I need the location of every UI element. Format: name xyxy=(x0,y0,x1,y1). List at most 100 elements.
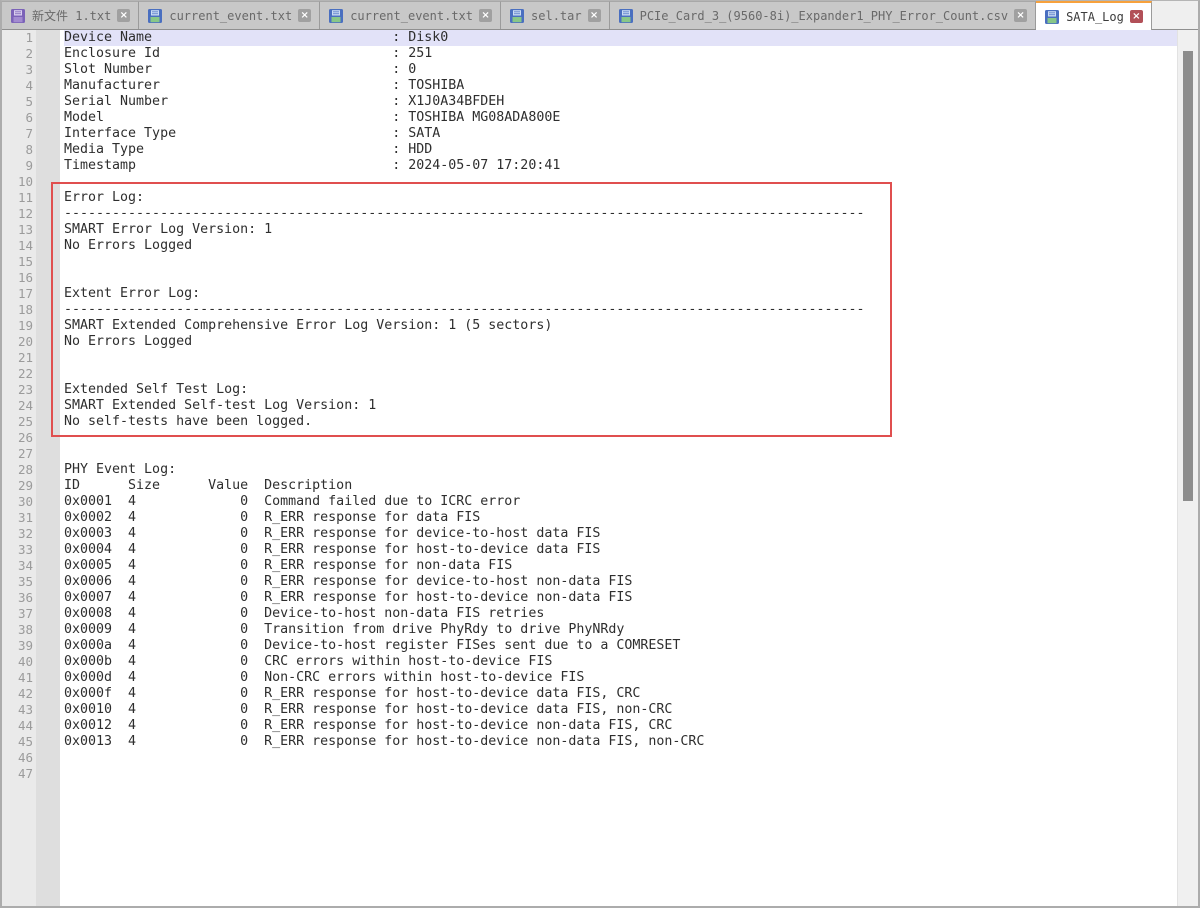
line-number: 35 xyxy=(2,574,33,590)
line-number: 41 xyxy=(2,670,33,686)
text-line[interactable]: Extent Error Log: xyxy=(64,286,1198,302)
vertical-scrollbar[interactable] xyxy=(1177,30,1198,906)
text-line[interactable]: Model : TOSHIBA MG08ADA800E xyxy=(64,110,1198,126)
text-line[interactable]: Interface Type : SATA xyxy=(64,126,1198,142)
line-number: 18 xyxy=(2,302,33,318)
line-number: 5 xyxy=(2,94,33,110)
text-line[interactable]: 0x0006 4 0 R_ERR response for device-to-… xyxy=(64,574,1198,590)
tab--1-txt[interactable]: 新文件 1.txt × xyxy=(2,1,139,29)
tab-current-event-txt[interactable]: current_event.txt × xyxy=(320,1,501,29)
text-line[interactable]: 0x000d 4 0 Non-CRC errors within host-to… xyxy=(64,670,1198,686)
text-line[interactable]: 0x000a 4 0 Device-to-host register FISes… xyxy=(64,638,1198,654)
line-number: 14 xyxy=(2,238,33,254)
close-icon[interactable]: × xyxy=(479,9,492,22)
line-number: 16 xyxy=(2,270,33,286)
tab-label: PCIe_Card_3_(9560-8i)_Expander1_PHY_Erro… xyxy=(640,9,1008,23)
text-line[interactable] xyxy=(64,350,1198,366)
text-line[interactable]: No Errors Logged xyxy=(64,334,1198,350)
text-line[interactable]: No self-tests have been logged. xyxy=(64,414,1198,430)
text-line[interactable]: 0x0004 4 0 R_ERR response for host-to-de… xyxy=(64,542,1198,558)
text-line[interactable]: 0x0010 4 0 R_ERR response for host-to-de… xyxy=(64,702,1198,718)
text-line[interactable]: Slot Number : 0 xyxy=(64,62,1198,78)
line-number: 30 xyxy=(2,494,33,510)
line-number: 15 xyxy=(2,254,33,270)
text-line[interactable] xyxy=(64,174,1198,190)
current-line[interactable]: Device Name : Disk0 xyxy=(64,30,1198,46)
text-line[interactable]: 0x000b 4 0 CRC errors within host-to-dev… xyxy=(64,654,1198,670)
line-number: 10 xyxy=(2,174,33,190)
text-line[interactable] xyxy=(64,766,1198,782)
line-number: 17 xyxy=(2,286,33,302)
tab-current-event-txt[interactable]: current_event.txt × xyxy=(139,1,320,29)
text-line[interactable] xyxy=(64,430,1198,446)
text-line[interactable]: 0x0001 4 0 Command failed due to ICRC er… xyxy=(64,494,1198,510)
line-number: 1 xyxy=(2,30,33,46)
text-line[interactable] xyxy=(64,270,1198,286)
close-icon[interactable]: × xyxy=(117,9,130,22)
line-number-gutter: 1234567891011121314151617181920212223242… xyxy=(2,30,36,906)
line-number: 13 xyxy=(2,222,33,238)
line-number: 7 xyxy=(2,126,33,142)
text-line[interactable]: 0x0003 4 0 R_ERR response for device-to-… xyxy=(64,526,1198,542)
line-number: 39 xyxy=(2,638,33,654)
line-number: 12 xyxy=(2,206,33,222)
text-line[interactable]: Media Type : HDD xyxy=(64,142,1198,158)
close-icon[interactable]: × xyxy=(588,9,601,22)
text-line[interactable]: Extended Self Test Log: xyxy=(64,382,1198,398)
line-number: 28 xyxy=(2,462,33,478)
line-number: 32 xyxy=(2,526,33,542)
tab-label: SATA_Log xyxy=(1066,10,1124,24)
editor-area: 1234567891011121314151617181920212223242… xyxy=(2,30,1198,906)
close-icon[interactable]: × xyxy=(298,9,311,22)
text-line[interactable]: ----------------------------------------… xyxy=(64,206,1198,222)
text-line[interactable]: 0x0002 4 0 R_ERR response for data FIS xyxy=(64,510,1198,526)
close-icon[interactable]: × xyxy=(1130,10,1143,23)
tab-label: 新文件 1.txt xyxy=(32,7,111,24)
tab-pcie-card-3-9560-8i-expander1-phy-error-count-csv[interactable]: PCIe_Card_3_(9560-8i)_Expander1_PHY_Erro… xyxy=(610,1,1036,29)
text-line[interactable]: Timestamp : 2024-05-07 17:20:41 xyxy=(64,158,1198,174)
text-line[interactable]: 0x000f 4 0 R_ERR response for host-to-de… xyxy=(64,686,1198,702)
text-editor-window: 新文件 1.txt × current_event.txt × current_… xyxy=(0,0,1200,908)
text-line[interactable] xyxy=(64,254,1198,270)
text-line[interactable]: 0x0007 4 0 R_ERR response for host-to-de… xyxy=(64,590,1198,606)
text-line[interactable]: 0x0009 4 0 Transition from drive PhyRdy … xyxy=(64,622,1198,638)
text-line[interactable]: Enclosure Id : 251 xyxy=(64,46,1198,62)
text-line[interactable]: ID Size Value Description xyxy=(64,478,1198,494)
text-line[interactable] xyxy=(64,446,1198,462)
text-line[interactable]: PHY Event Log: xyxy=(64,462,1198,478)
line-number: 27 xyxy=(2,446,33,462)
text-line[interactable]: SMART Error Log Version: 1 xyxy=(64,222,1198,238)
text-line[interactable]: Serial Number : X1J0A34BFDEH xyxy=(64,94,1198,110)
text-line[interactable]: 0x0008 4 0 Device-to-host non-data FIS r… xyxy=(64,606,1198,622)
text-line[interactable] xyxy=(64,750,1198,766)
line-number: 45 xyxy=(2,734,33,750)
line-number: 6 xyxy=(2,110,33,126)
text-content[interactable]: Device Name : Disk0Enclosure Id : 251Slo… xyxy=(60,30,1198,906)
line-number: 21 xyxy=(2,350,33,366)
scrollbar-thumb[interactable] xyxy=(1183,51,1193,501)
line-number: 34 xyxy=(2,558,33,574)
floppy-blue-icon xyxy=(509,8,525,24)
text-line[interactable]: SMART Extended Comprehensive Error Log V… xyxy=(64,318,1198,334)
text-line[interactable]: 0x0005 4 0 R_ERR response for non-data F… xyxy=(64,558,1198,574)
close-icon[interactable]: × xyxy=(1014,9,1027,22)
line-number: 33 xyxy=(2,542,33,558)
text-line[interactable]: 0x0012 4 0 R_ERR response for host-to-de… xyxy=(64,718,1198,734)
text-line[interactable]: Error Log: xyxy=(64,190,1198,206)
line-number: 25 xyxy=(2,414,33,430)
line-number: 4 xyxy=(2,78,33,94)
text-line[interactable]: ----------------------------------------… xyxy=(64,302,1198,318)
line-number: 46 xyxy=(2,750,33,766)
line-number: 19 xyxy=(2,318,33,334)
line-number: 40 xyxy=(2,654,33,670)
tab-sata-log[interactable]: SATA_Log × xyxy=(1036,1,1152,30)
line-number: 23 xyxy=(2,382,33,398)
text-line[interactable] xyxy=(64,366,1198,382)
text-line[interactable]: No Errors Logged xyxy=(64,238,1198,254)
text-line[interactable]: SMART Extended Self-test Log Version: 1 xyxy=(64,398,1198,414)
line-number: 47 xyxy=(2,766,33,782)
line-number: 3 xyxy=(2,62,33,78)
text-line[interactable]: 0x0013 4 0 R_ERR response for host-to-de… xyxy=(64,734,1198,750)
text-line[interactable]: Manufacturer : TOSHIBA xyxy=(64,78,1198,94)
tab-sel-tar[interactable]: sel.tar × xyxy=(501,1,610,29)
